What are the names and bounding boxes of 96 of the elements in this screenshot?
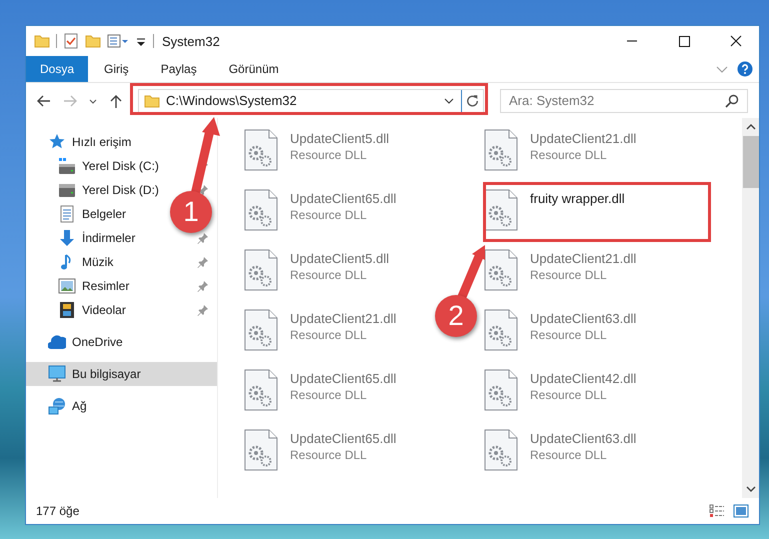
file-item[interactable]: UpdateClient5.dll Resource DLL [242, 246, 392, 294]
help-icon[interactable] [737, 61, 753, 77]
file-item[interactable]: UpdateClient63.dll Resource DLL [482, 426, 638, 474]
address-bar[interactable]: C:\Windows\System32 [138, 88, 484, 112]
dll-file-icon [484, 249, 518, 291]
dll-file-icon [244, 309, 278, 351]
file-item[interactable]: UpdateClient21.dll Resource DLL [242, 306, 398, 354]
film-icon [58, 301, 76, 319]
pin-icon[interactable] [197, 232, 209, 244]
file-item[interactable]: UpdateClient5.dll Resource DLL [242, 126, 392, 174]
file-item[interactable]: UpdateClient21.dll Resource DLL [482, 126, 638, 174]
scrollbar-thumb[interactable] [742, 136, 758, 188]
file-type: Resource DLL [290, 148, 368, 162]
large-icons-view-icon[interactable] [733, 504, 749, 518]
drive-icon [58, 157, 76, 175]
dll-file-icon [484, 369, 518, 411]
drive-icon [58, 181, 76, 199]
step-marker: 2 [435, 295, 477, 337]
dll-file-icon [244, 189, 278, 231]
sidebar-item[interactable]: Yerel Disk (C:) [26, 154, 165, 178]
dll-file-icon [484, 309, 518, 351]
sidebar-item[interactable]: Yerel Disk (D:) [26, 178, 165, 202]
search-icon[interactable] [725, 94, 739, 108]
file-name: UpdateClient65.dll [290, 431, 396, 446]
file-item[interactable]: UpdateClient65.dll Resource DLL [242, 186, 398, 234]
file-name: UpdateClient21.dll [530, 131, 636, 146]
file-item[interactable]: UpdateClient21.dll Resource DLL [482, 246, 638, 294]
sidebar-item[interactable]: Hızlı erişim [26, 130, 138, 154]
document-icon [58, 205, 76, 223]
dll-file-icon [244, 249, 278, 291]
window-title: System32 [162, 34, 220, 48]
sidebar-item[interactable]: OneDrive [26, 330, 129, 354]
sidebar-item[interactable]: Belgeler [26, 202, 132, 226]
sidebar-item[interactable]: Resimler [26, 274, 136, 298]
file-type: Resource DLL [530, 268, 608, 282]
down-arrow-icon [58, 229, 76, 247]
back-arrow-icon[interactable] [36, 92, 52, 108]
chevron-down-icon[interactable] [746, 484, 756, 494]
dll-file-icon [484, 129, 518, 171]
scrollbar[interactable] [742, 118, 759, 498]
dll-file-icon [244, 129, 278, 171]
dll-file-icon [244, 369, 278, 411]
file-type: Resource DLL [290, 388, 368, 402]
pin-icon[interactable] [197, 280, 209, 292]
ribbon-tab[interactable]: Giriş [88, 56, 145, 82]
folder-icon [144, 92, 160, 108]
file-item[interactable]: UpdateClient65.dll Resource DLL [242, 366, 398, 414]
step-marker: 1 [170, 191, 212, 233]
file-type: Resource DLL [530, 448, 608, 462]
ribbon-tab[interactable]: Dosya [26, 56, 88, 82]
file-name: UpdateClient65.dll [290, 191, 396, 206]
file-type: Resource DLL [290, 328, 368, 342]
file-name: UpdateClient5.dll [290, 251, 390, 266]
network-globe-icon [48, 397, 66, 415]
file-type: Resource DLL [530, 148, 608, 162]
up-arrow-icon[interactable] [108, 92, 124, 108]
sidebar-item[interactable]: Ağ [26, 394, 93, 418]
file-item[interactable]: UpdateClient42.dll Resource DLL [482, 366, 638, 414]
address-path: C:\Windows\System32 [166, 93, 298, 108]
dll-file-icon [484, 429, 518, 471]
file-name: UpdateClient63.dll [530, 311, 636, 326]
search-field[interactable]: Ara: System32 [500, 88, 748, 112]
details-view-icon[interactable] [709, 504, 725, 518]
picture-icon [58, 277, 76, 295]
file-type: Resource DLL [290, 268, 368, 282]
pin-icon[interactable] [197, 304, 209, 316]
monitor-icon [48, 365, 66, 383]
ribbon-tab[interactable]: Görünüm [212, 56, 295, 82]
star-icon [48, 133, 66, 151]
file-name: UpdateClient65.dll [290, 371, 396, 386]
properties-icon[interactable] [107, 33, 129, 49]
ribbon-tab[interactable]: Paylaş [144, 56, 213, 82]
cloud-icon [48, 333, 66, 351]
sidebar-item[interactable]: Müzik [26, 250, 120, 274]
sidebar-item[interactable]: Bu bilgisayar [26, 362, 217, 386]
file-item[interactable]: UpdateClient65.dll Resource DLL [242, 426, 398, 474]
file-name: UpdateClient5.dll [290, 131, 390, 146]
file-name: UpdateClient42.dll [530, 371, 636, 386]
file-item[interactable]: UpdateClient63.dll Resource DLL [482, 306, 638, 354]
chevron-up-icon[interactable] [746, 122, 756, 132]
dll-file-icon [484, 189, 518, 231]
file-name: fruity wrapper.dll [530, 191, 625, 206]
file-name: UpdateClient21.dll [290, 311, 396, 326]
pin-icon[interactable] [197, 256, 209, 268]
sidebar-item[interactable]: Videolar [26, 298, 132, 322]
dll-file-icon [244, 429, 278, 471]
file-type: Resource DLL [530, 388, 608, 402]
file-type: Resource DLL [290, 448, 368, 462]
file-type: Resource DLL [290, 208, 368, 222]
file-item[interactable]: fruity wrapper.dll [482, 186, 627, 234]
file-name: UpdateClient21.dll [530, 251, 636, 266]
checklist-icon[interactable] [63, 33, 79, 49]
sidebar-item[interactable]: İndirmeler [26, 226, 142, 250]
file-type: Resource DLL [530, 328, 608, 342]
item-count: 177 öğe [36, 504, 80, 518]
file-name: UpdateClient63.dll [530, 431, 636, 446]
